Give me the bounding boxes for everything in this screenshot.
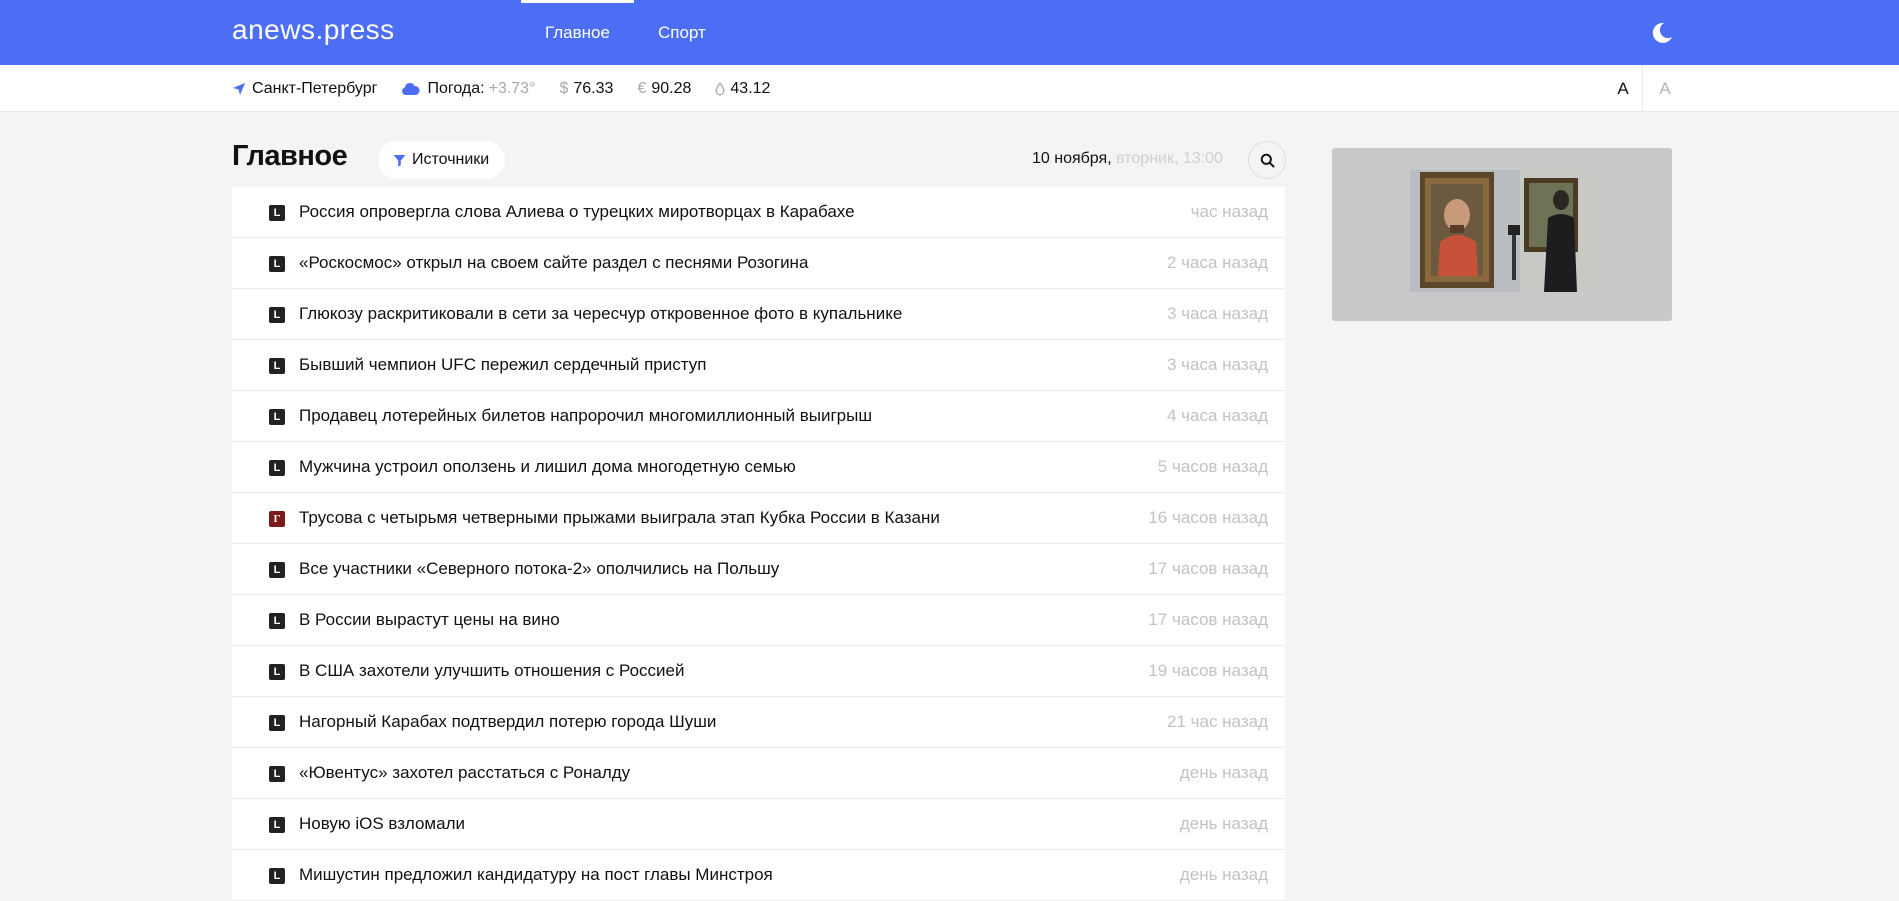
eur-value: 90.28 <box>651 79 692 97</box>
usd-value: 76.33 <box>573 79 614 97</box>
news-item[interactable]: L Новую iOS взломали день назад <box>232 799 1285 850</box>
news-item[interactable]: L В США захотели улучшить отношения с Рос… <box>232 646 1285 697</box>
news-item[interactable]: L «Ювентус» захотел расстаться с Роналду д… <box>232 748 1285 799</box>
news-title[interactable]: Россия опровергла слова Алиева о турецки… <box>299 202 855 222</box>
source-logo-icon: L <box>269 613 285 629</box>
news-item[interactable]: L «Роскосмос» открыл на своем сайте разде… <box>232 238 1285 289</box>
cloud-icon <box>402 82 421 95</box>
nav-tab-main[interactable]: Главное <box>521 0 634 65</box>
search-icon <box>1260 153 1274 167</box>
source-logo-icon: L <box>269 358 285 374</box>
news-title[interactable]: «Роскосмос» открыл на своем сайте раздел… <box>299 253 808 273</box>
source-logo-icon: Г <box>269 511 285 527</box>
source-logo-icon: L <box>269 460 285 476</box>
top-navigation-bar: anews.press Главное Спорт <box>0 0 1899 65</box>
news-title[interactable]: Продавец лотерейных билетов напророчил м… <box>299 406 872 426</box>
font-size-normal-button[interactable]: A <box>1603 65 1643 112</box>
news-item[interactable]: L Бывший чемпион UFC пережил сердечный пр… <box>232 340 1285 391</box>
source-logo-icon: L <box>269 256 285 272</box>
usd-rate: $ 76.33 <box>559 80 613 98</box>
date-main: 10 ноября, <box>1032 150 1112 167</box>
news-photo <box>1410 170 1594 292</box>
nav-tab-label: Спорт <box>657 22 706 42</box>
news-time: 2 часа назад <box>1167 253 1268 272</box>
source-logo-icon: L <box>269 868 285 884</box>
news-time: день назад <box>1179 865 1268 884</box>
oil-rate: 43.12 <box>715 80 770 98</box>
news-item[interactable]: L Глюкозу раскритиковали в сети за чересч… <box>232 289 1285 340</box>
sources-filter-button[interactable]: Источники <box>378 141 506 179</box>
news-item[interactable]: Г Трусова с четырьмя четверными прыжами в… <box>232 493 1285 544</box>
site-logo[interactable]: anews.press <box>232 14 395 46</box>
news-title[interactable]: Нагорный Карабах подтвердил потерю город… <box>299 712 716 732</box>
filter-icon <box>393 154 406 166</box>
news-item[interactable]: L Мишустин предложил кандидатуру на пост … <box>232 850 1285 901</box>
side-image-card[interactable] <box>1332 148 1672 321</box>
source-logo-icon: L <box>269 664 285 680</box>
weather: Погода: +3.73° <box>401 80 535 98</box>
news-time: 21 час назад <box>1167 712 1268 731</box>
news-title[interactable]: Мишустин предложил кандидатуру на пост г… <box>299 865 773 885</box>
news-time: день назад <box>1179 763 1268 782</box>
moon-icon[interactable] <box>1650 21 1674 45</box>
dollar-icon: $ <box>559 79 569 97</box>
eur-rate: € 90.28 <box>637 80 691 98</box>
oil-drop-icon <box>715 81 725 95</box>
location-arrow-icon <box>233 82 245 95</box>
source-logo-icon: L <box>269 307 285 323</box>
news-time: 3 часа назад <box>1167 355 1268 374</box>
main-nav: Главное Спорт <box>521 0 730 65</box>
source-logo-icon: L <box>269 715 285 731</box>
current-date: 10 ноября, вторник, 13:00 <box>1032 150 1223 168</box>
news-time: 19 часов назад <box>1148 661 1268 680</box>
news-time: день назад <box>1179 814 1268 833</box>
font-size-alt-button[interactable]: A <box>1645 65 1685 112</box>
city-selector[interactable]: Санкт-Петербург <box>232 80 377 98</box>
news-time: 17 часов назад <box>1148 610 1268 629</box>
weather-value: +3.73° <box>488 79 536 97</box>
news-title[interactable]: В России вырастут цены на вино <box>299 610 560 630</box>
page-title: Главное <box>232 140 348 172</box>
news-time: 17 часов назад <box>1148 559 1268 578</box>
search-button[interactable] <box>1248 141 1286 179</box>
sources-label: Источники <box>412 151 490 168</box>
news-list: L Россия опровергла слова Алиева о турецк… <box>232 187 1285 901</box>
news-time: 4 часа назад <box>1167 406 1268 425</box>
news-item[interactable]: L Нагорный Карабах подтвердил потерю горо… <box>232 697 1285 748</box>
news-title[interactable]: Мужчина устроил оползень и лишил дома мн… <box>299 457 796 477</box>
source-logo-icon: L <box>269 205 285 221</box>
info-bar: Санкт-Петербург Погода: +3.73° $ 76.33 €… <box>0 65 1899 112</box>
news-time: 3 часа назад <box>1167 304 1268 323</box>
news-time: 16 часов назад <box>1148 508 1268 527</box>
nav-tab-sport[interactable]: Спорт <box>634 0 730 65</box>
source-logo-icon: L <box>269 562 285 578</box>
news-time: час назад <box>1190 202 1268 221</box>
nav-tab-label: Главное <box>545 22 610 42</box>
euro-icon: € <box>637 79 647 97</box>
news-title[interactable]: В США захотели улучшить отношения с Росс… <box>299 661 684 681</box>
news-title[interactable]: Все участники «Северного потока-2» ополч… <box>299 559 779 579</box>
news-item[interactable]: L Россия опровергла слова Алиева о турецк… <box>232 187 1285 238</box>
source-logo-icon: L <box>269 409 285 425</box>
news-item[interactable]: L В России вырастут цены на вино 17 часов … <box>232 595 1285 646</box>
news-item[interactable]: L Продавец лотерейных билетов напророчил … <box>232 391 1285 442</box>
news-title[interactable]: Трусова с четырьмя четверными прыжами вы… <box>299 508 940 528</box>
oil-value: 43.12 <box>730 79 771 97</box>
weather-label: Погода: <box>427 79 485 97</box>
city-name: Санкт-Петербург <box>252 79 378 97</box>
news-item[interactable]: L Мужчина устроил оползень и лишил дома м… <box>232 442 1285 493</box>
source-logo-icon: L <box>269 817 285 833</box>
news-item[interactable]: L Все участники «Северного потока-2» опол… <box>232 544 1285 595</box>
news-title[interactable]: Новую iOS взломали <box>299 814 465 834</box>
divider <box>1642 65 1643 112</box>
date-weekday-time: вторник, 13:00 <box>1116 150 1223 167</box>
news-title[interactable]: Бывший чемпион UFC пережил сердечный при… <box>299 355 706 375</box>
news-title[interactable]: «Ювентус» захотел расстаться с Роналду <box>299 763 630 783</box>
news-title[interactable]: Глюкозу раскритиковали в сети за чересчу… <box>299 304 902 324</box>
source-logo-icon: L <box>269 766 285 782</box>
news-time: 5 часов назад <box>1157 457 1268 476</box>
